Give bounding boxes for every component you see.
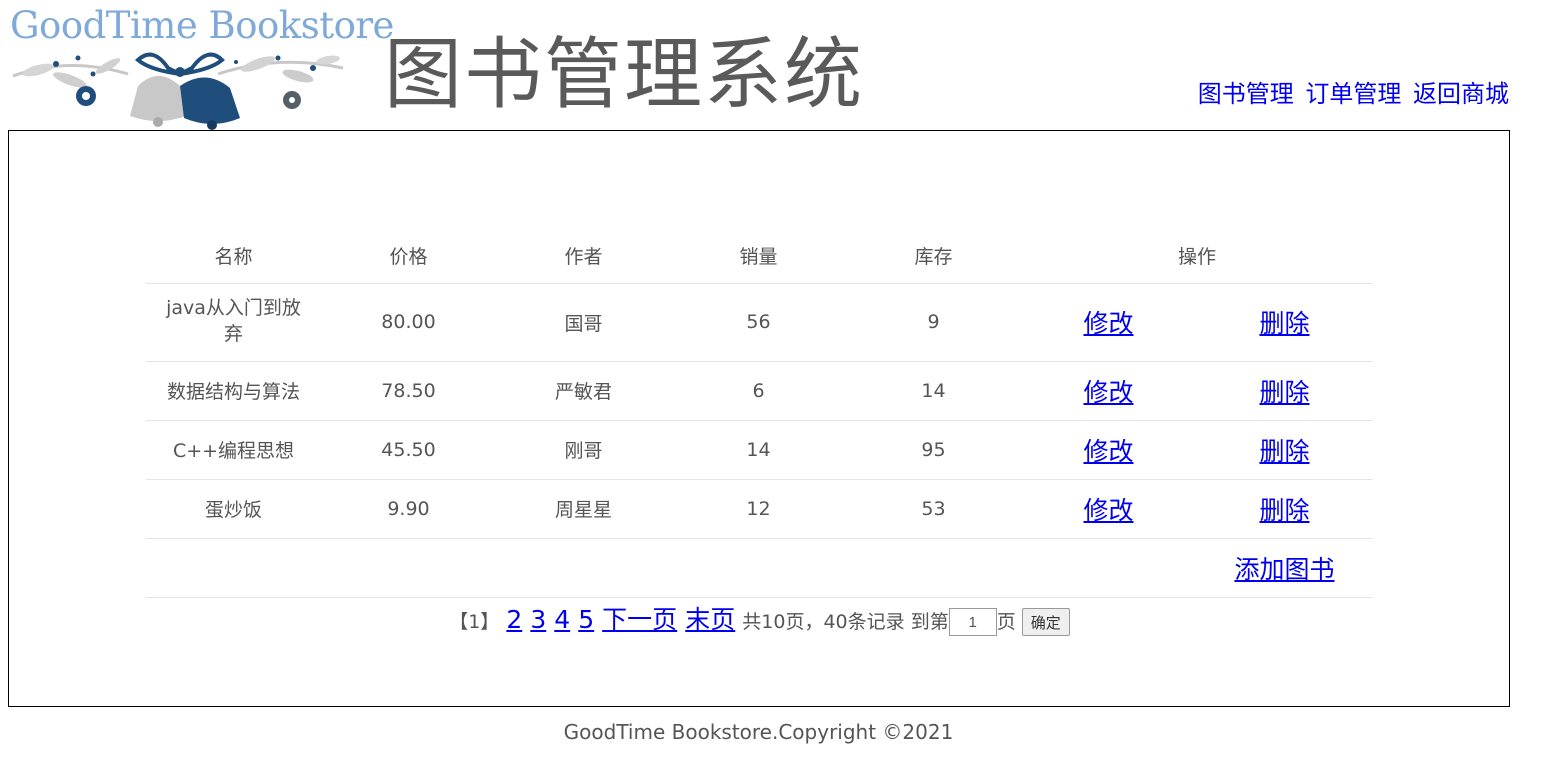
column-header-stock: 库存 [914,245,953,268]
edit-link[interactable]: 修改 [1083,496,1133,525]
edit-cell: 修改 [1021,478,1196,538]
edit-link[interactable]: 修改 [1083,378,1133,407]
confirm-button[interactable]: 确定 [1021,608,1070,636]
delete-cell: 删除 [1196,360,1373,420]
book-sales: 6 [671,360,846,420]
page-title: 图书管理系统 [384,30,865,120]
page-link-2[interactable]: 2 [506,605,522,634]
page-link-4[interactable]: 4 [554,605,570,634]
table-row: 数据结构与算法 78.50 严敏君 6 14 修改 删除 [146,360,1373,420]
add-book-row: 添加图书 [146,537,1373,597]
logo: GoodTime Bookstore [8,4,394,130]
book-price: 80.00 [321,282,496,361]
table-row: java从入门到放弃 80.00 国哥 56 9 修改 删除 [146,282,1373,361]
column-header-actions: 操作 [1177,245,1216,268]
column-header-name: 名称 [214,245,253,268]
table-row: C++编程思想 45.50 刚哥 14 95 修改 删除 [146,419,1373,479]
page-link-3[interactable]: 3 [530,605,546,634]
edit-cell: 修改 [1021,360,1196,420]
delete-link[interactable]: 删除 [1259,309,1309,338]
add-book-link[interactable]: 添加图书 [1234,555,1334,584]
nav-back-to-mall[interactable]: 返回商城 [1413,80,1509,108]
delete-cell: 删除 [1196,419,1373,479]
book-author: 刚哥 [496,419,671,479]
book-table: 名称 价格 作者 销量 库存 操作 java从入门到放弃 80.00 国哥 56… [146,228,1373,656]
goto-page-input[interactable] [948,608,997,636]
delete-link[interactable]: 删除 [1259,496,1309,525]
book-author: 严敏君 [496,360,671,420]
delete-cell: 删除 [1196,478,1373,538]
book-author: 国哥 [496,282,671,361]
delete-cell: 删除 [1196,282,1373,361]
book-price: 45.50 [321,419,496,479]
book-sales: 14 [671,419,846,479]
current-page: 【1】 [449,610,500,633]
edit-cell: 修改 [1021,419,1196,479]
book-stock: 95 [846,419,1021,479]
book-sales: 56 [671,282,846,361]
book-stock: 14 [846,360,1021,420]
book-stock: 53 [846,478,1021,538]
pagination-summary: 共10页，40条记录 到第 [742,610,949,633]
book-name: 蛋炒饭 [146,478,321,538]
edit-cell: 修改 [1021,282,1196,361]
book-author: 周星星 [496,478,671,538]
book-stock: 9 [846,282,1021,361]
table-row: 蛋炒饭 9.90 周星星 12 53 修改 删除 [146,478,1373,538]
edit-link[interactable]: 修改 [1083,437,1133,466]
column-header-price: 价格 [389,245,428,268]
delete-link[interactable]: 删除 [1259,437,1309,466]
column-header-author: 作者 [564,245,603,268]
footer-copyright: GoodTime Bookstore.Copyright ©2021 [563,720,954,744]
nav-book-management[interactable]: 图书管理 [1198,80,1294,108]
pagination-row: 【1】 2 3 4 5 下一页 末页 共10页，40条记录 到第 页 确定 [146,596,1373,656]
next-page-link[interactable]: 下一页 [602,605,677,634]
edit-link[interactable]: 修改 [1083,309,1133,338]
book-price: 78.50 [321,360,496,420]
logo-text: GoodTime Bookstore [10,4,394,47]
table-header-row: 名称 价格 作者 销量 库存 操作 [146,228,1373,283]
page-suffix: 页 [996,610,1016,633]
pagination: 【1】 2 3 4 5 下一页 末页 共10页，40条记录 到第 页 确定 [146,600,1373,636]
nav-order-management[interactable]: 订单管理 [1305,80,1401,108]
last-page-link[interactable]: 末页 [685,605,735,634]
book-price: 9.90 [321,478,496,538]
top-nav: 图书管理 订单管理 返回商城 [1194,74,1509,109]
column-header-sales: 销量 [739,245,778,268]
page-link-5[interactable]: 5 [578,605,594,634]
bells-logo-icon [12,52,344,130]
book-sales: 12 [671,478,846,538]
book-name: 数据结构与算法 [146,360,321,420]
delete-link[interactable]: 删除 [1259,378,1309,407]
page-header: GoodTime Bookstore 图书管理系统 图书管理 订单管理 返回商城 [0,0,1557,130]
book-name: java从入门到放弃 [146,282,321,361]
book-name: C++编程思想 [146,419,321,479]
main-content: 名称 价格 作者 销量 库存 操作 java从入门到放弃 80.00 国哥 56… [8,130,1510,707]
